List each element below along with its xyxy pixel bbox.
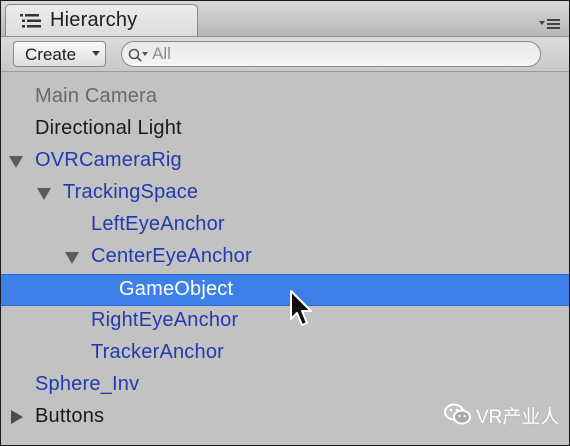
chevron-down-icon — [92, 51, 100, 56]
mouse-cursor-icon — [290, 290, 312, 326]
toolbar: Create — [1, 37, 569, 72]
tree-row-label: Directional Light — [35, 117, 182, 139]
search-field[interactable] — [121, 41, 541, 67]
tree-row[interactable]: RightEyeAnchor — [1, 306, 569, 338]
tree-row-label: Main Camera — [35, 85, 158, 107]
panel-title: Hierarchy — [50, 9, 138, 31]
tree-row[interactable]: CenterEyeAnchor — [1, 242, 569, 274]
hierarchy-tree: Main Camera Directional Light OVRCameraRig… — [1, 82, 569, 434]
panel-menu-icon[interactable] — [539, 17, 561, 31]
tab-bar: Hierarchy — [1, 1, 569, 37]
tree-row-label: Buttons — [35, 405, 105, 427]
tree-row-label: Sphere_Inv — [35, 373, 140, 395]
watermark-text: VR产业人 — [476, 407, 560, 428]
create-button-label: Create — [25, 45, 77, 64]
tree-row[interactable]: LeftEyeAnchor — [1, 210, 569, 242]
tree-row-label: TrackingSpace — [63, 181, 199, 203]
expand-triangle-icon[interactable] — [65, 252, 79, 264]
tree-row-label: GameObject — [119, 278, 234, 300]
expand-triangle-icon[interactable] — [37, 188, 51, 200]
collapse-triangle-icon[interactable] — [11, 410, 23, 424]
tree-row[interactable]: Main Camera — [1, 82, 569, 114]
hierarchy-list-icon — [20, 14, 41, 28]
create-button[interactable]: Create — [13, 41, 106, 67]
tree-row-label: OVRCameraRig — [35, 149, 182, 171]
tree-row[interactable]: OVRCameraRig — [1, 146, 569, 178]
search-input[interactable] — [152, 43, 532, 65]
tree-row-label: RightEyeAnchor — [91, 309, 239, 331]
wechat-icon — [444, 403, 471, 425]
tab-hierarchy[interactable]: Hierarchy — [5, 4, 198, 36]
tree-row-label: LeftEyeAnchor — [91, 213, 225, 235]
search-icon[interactable] — [128, 47, 154, 63]
tree-row[interactable]: TrackingSpace — [1, 178, 569, 210]
tree-row[interactable]: TrackerAnchor — [1, 338, 569, 370]
tree-row-label: CenterEyeAnchor — [91, 245, 252, 267]
tree-row[interactable]: Directional Light — [1, 114, 569, 146]
tree-row-label: TrackerAnchor — [91, 341, 225, 363]
tree-row[interactable]: Sphere_Inv — [1, 370, 569, 402]
expand-triangle-icon[interactable] — [9, 156, 23, 168]
tree-row[interactable]: GameObject — [1, 274, 569, 306]
hierarchy-panel: Hierarchy Create Main Camera Directional … — [0, 0, 570, 446]
